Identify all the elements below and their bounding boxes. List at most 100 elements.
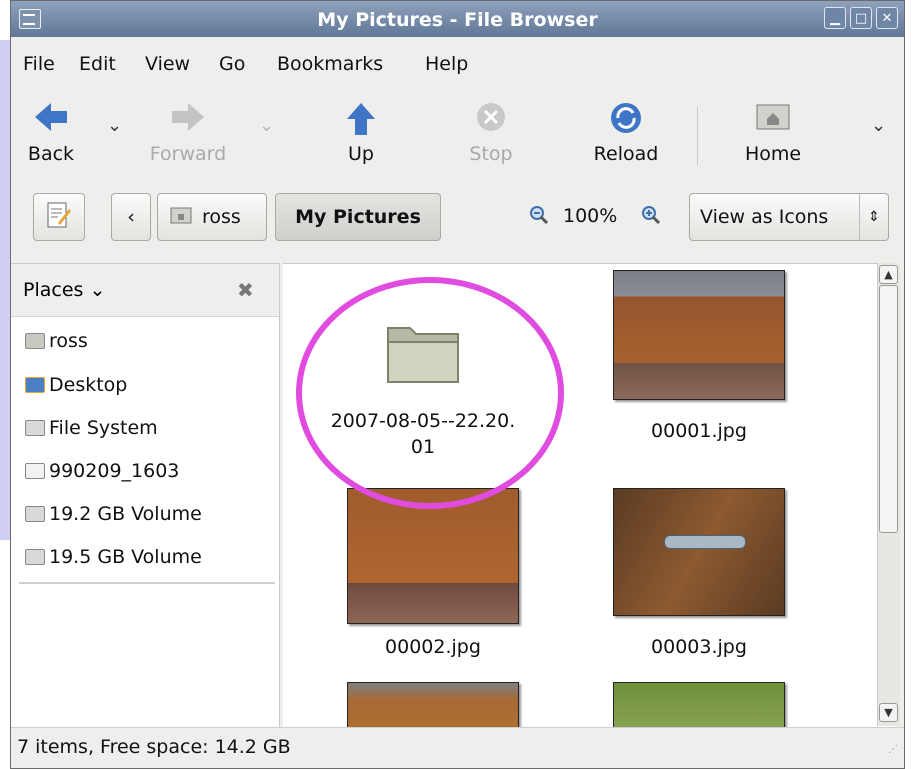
forward-history-dropdown[interactable]: ⌄: [259, 115, 274, 136]
image-thumbnail: [347, 488, 519, 624]
breadcrumb-ross[interactable]: ross: [157, 193, 267, 241]
desktop-icon: [25, 377, 45, 393]
file-name: 00002.jpg: [385, 636, 481, 658]
sidebar-item-label: 19.5 GB Volume: [49, 546, 202, 568]
menu-go[interactable]: Go: [219, 53, 245, 75]
path-scroll-left-button[interactable]: ‹: [111, 193, 151, 241]
sidebar-item-label: 990209_1603: [49, 460, 180, 482]
toolbar-separator: [697, 107, 698, 165]
image-thumbnail: [613, 488, 785, 616]
file-name: 00001.jpg: [651, 420, 747, 442]
chevron-down-icon: ⌄: [89, 279, 106, 301]
home-button[interactable]: Home: [723, 101, 823, 165]
stop-icon: [441, 101, 541, 143]
zoom-out-button[interactable]: [529, 205, 549, 230]
menu-help[interactable]: Help: [425, 53, 468, 75]
view-as-value: View as Icons: [700, 206, 829, 228]
breadcrumb-current-label: My Pictures: [295, 206, 421, 228]
home-label: Home: [744, 143, 802, 165]
toolbar: Back ⌄ Forward ⌄ Up Stop Reload Home ⌄: [11, 101, 904, 177]
resize-grip-icon[interactable]: ⋰: [888, 744, 898, 755]
sidebar-item-19-2-gb-volume[interactable]: 19.2 GB Volume: [25, 503, 202, 525]
stop-label: Stop: [469, 143, 513, 165]
chevron-down-icon: ⌄: [107, 115, 123, 136]
back-history-dropdown[interactable]: ⌄: [107, 115, 122, 136]
sidebar-divider: [19, 582, 275, 584]
chevron-left-icon: ‹: [127, 206, 135, 228]
text-edit-icon: [46, 201, 72, 234]
zoom-level: 100%: [563, 205, 618, 227]
sidebar-item-label: File System: [49, 417, 158, 439]
breadcrumb-ross-label: ross: [202, 206, 241, 228]
drive-icon: [25, 549, 45, 565]
partial-image-thumbnail[interactable]: [613, 682, 785, 727]
reload-label: Reload: [593, 143, 659, 165]
close-button[interactable]: ✕: [876, 7, 898, 29]
home-folder-icon: [723, 101, 823, 143]
sidebar-item-desktop[interactable]: Desktop: [25, 374, 127, 396]
menu-view[interactable]: View: [145, 53, 190, 75]
image-thumbnail: [613, 270, 785, 400]
file-name-line-2: 01: [410, 436, 436, 458]
scroll-up-button[interactable]: ▲: [879, 265, 898, 284]
menu-bookmarks[interactable]: Bookmarks: [277, 53, 383, 75]
chevron-down-icon: ⌄: [871, 115, 887, 136]
forward-label: Forward: [149, 143, 227, 165]
sidebar-item-file-system[interactable]: File System: [25, 417, 158, 439]
reload-button[interactable]: Reload: [571, 101, 681, 165]
places-dropdown[interactable]: Places ⌄: [23, 279, 105, 301]
vertical-scrollbar[interactable]: ▲ ▼: [877, 263, 900, 726]
sidebar-item-990209-1603[interactable]: 990209_1603: [25, 460, 179, 482]
zoom-in-button[interactable]: [641, 205, 661, 230]
back-button[interactable]: Back: [11, 101, 91, 165]
menu-file[interactable]: File: [23, 53, 55, 75]
updown-arrows-icon: ⇕: [859, 194, 888, 240]
drive-icon: [25, 506, 45, 522]
minimize-button[interactable]: ▁: [824, 7, 846, 29]
breadcrumb-my-pictures[interactable]: My Pictures: [275, 193, 441, 241]
title-bar[interactable]: My Pictures - File Browser ▁ □ ✕: [11, 1, 904, 37]
chevron-down-icon: ⌄: [259, 115, 275, 136]
status-bar: 7 items, Free space: 14.2 GB ⋰: [11, 727, 904, 768]
optical-drive-icon: [25, 463, 45, 479]
back-arrow-icon: [11, 101, 91, 143]
partial-image-thumbnail[interactable]: [347, 682, 519, 727]
file-item-00001[interactable]: 00001.jpg: [599, 270, 785, 460]
menu-bar: File Edit View Go Bookmarks Help: [11, 53, 904, 81]
scrollbar-thumb[interactable]: [879, 285, 898, 533]
menu-edit[interactable]: Edit: [79, 53, 116, 75]
scroll-down-button[interactable]: ▼: [879, 703, 898, 722]
up-button[interactable]: Up: [311, 101, 411, 165]
sidebar-item-ross[interactable]: ross: [25, 330, 88, 352]
zoom-out-icon: [529, 206, 549, 230]
file-name-line-1: 2007-08-05--22.20.: [330, 410, 516, 432]
drive-icon: [25, 420, 45, 436]
home-folder-icon: [25, 333, 45, 349]
icon-view: 2007-08-05--22.20. 01 00001.jpg 00002.jp…: [283, 263, 895, 727]
window-title: My Pictures - File Browser: [317, 9, 598, 31]
view-as-select[interactable]: View as Icons ⇕: [689, 193, 889, 241]
places-sidebar: Places ⌄ ✖ ross Desktop File System 9902…: [11, 263, 280, 727]
file-item-00002[interactable]: 00002.jpg: [333, 488, 519, 658]
maximize-button[interactable]: □: [850, 7, 872, 29]
file-item-00003[interactable]: 00003.jpg: [599, 488, 785, 658]
reload-icon: [571, 101, 681, 143]
file-name: 00003.jpg: [651, 636, 747, 658]
toolbar-overflow-dropdown[interactable]: ⌄: [871, 115, 886, 136]
stop-button[interactable]: Stop: [441, 101, 541, 165]
sidebar-item-19-5-gb-volume[interactable]: 19.5 GB Volume: [25, 546, 202, 568]
toggle-location-button[interactable]: [33, 193, 85, 241]
sidebar-header: Places ⌄ ✖: [11, 264, 279, 317]
window-controls: ▁ □ ✕: [824, 7, 898, 29]
folder-icon: [386, 324, 460, 386]
sidebar-item-label: Desktop: [49, 374, 128, 396]
status-text: 7 items, Free space: 14.2 GB: [17, 736, 291, 758]
back-label: Back: [27, 143, 75, 165]
close-sidebar-icon[interactable]: ✖: [237, 278, 254, 302]
sidebar-item-label: 19.2 GB Volume: [49, 503, 202, 525]
forward-button[interactable]: Forward: [133, 101, 243, 165]
location-bar: ‹ ross My Pictures 100% View as Icons ⇕: [11, 193, 904, 253]
file-item-folder[interactable]: 2007-08-05--22.20. 01: [303, 324, 543, 460]
zoom-in-icon: [641, 206, 661, 230]
forward-arrow-icon: [133, 101, 243, 143]
